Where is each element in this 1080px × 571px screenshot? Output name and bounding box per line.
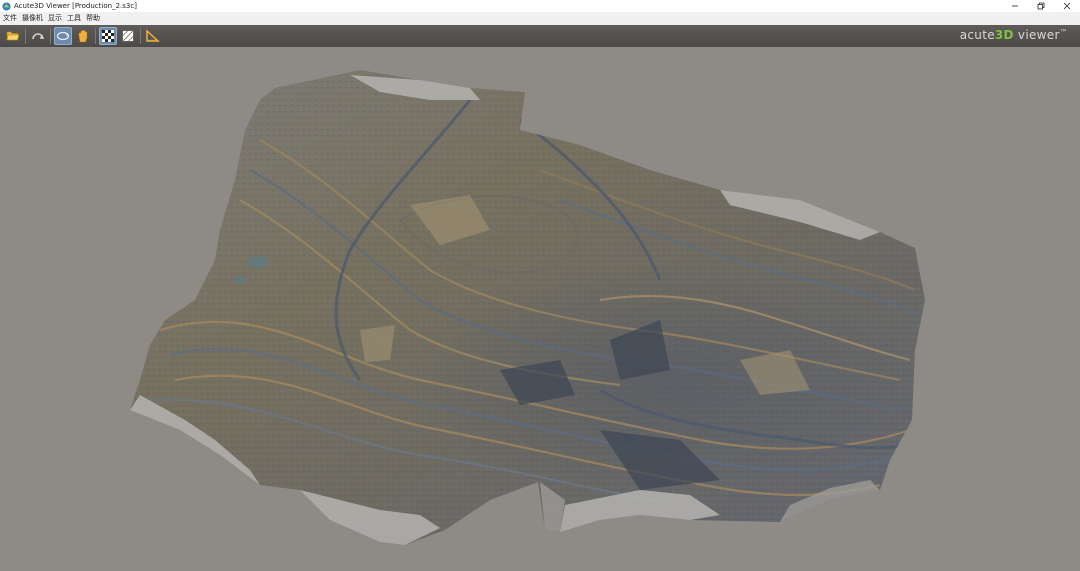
- restore-icon: [1037, 2, 1045, 10]
- minimize-button[interactable]: [1002, 0, 1028, 12]
- menu-help[interactable]: 帮助: [85, 12, 104, 25]
- brand-part-2: 3D: [994, 28, 1014, 42]
- measure-ruler-icon: [146, 30, 160, 42]
- wireframe-button[interactable]: [119, 27, 137, 45]
- toolbar-separator: [50, 28, 51, 44]
- menu-file[interactable]: 文件: [2, 12, 21, 25]
- brand-trademark: ™: [1059, 28, 1068, 37]
- orbit-icon: [56, 31, 70, 41]
- mine-terrain: [130, 70, 925, 545]
- toolbar-separator: [140, 28, 141, 44]
- menu-camera[interactable]: 摄像机: [21, 12, 47, 25]
- window-title: Acute3D Viewer [Production_2.s3c]: [14, 2, 137, 10]
- toolbar-separator: [95, 28, 96, 44]
- title-bar: Acute3D Viewer [Production_2.s3c]: [0, 0, 1080, 12]
- terrain-mesh[interactable]: [0, 47, 1080, 571]
- orbit-button[interactable]: [54, 27, 72, 45]
- close-button[interactable]: [1054, 0, 1080, 12]
- brand-logo: acute3D viewer™: [960, 28, 1068, 42]
- measure-button[interactable]: [144, 27, 162, 45]
- menu-tools[interactable]: 工具: [66, 12, 85, 25]
- minimize-icon: [1012, 5, 1018, 7]
- brand-part-3: viewer: [1013, 28, 1060, 42]
- texture-button[interactable]: [99, 27, 117, 45]
- open-button[interactable]: [4, 27, 22, 45]
- 3d-viewport[interactable]: [0, 47, 1080, 571]
- close-icon: [1063, 2, 1071, 10]
- pan-button[interactable]: [74, 27, 92, 45]
- toolbar-separator: [25, 28, 26, 44]
- pan-hand-icon: [78, 29, 88, 43]
- open-folder-icon: [6, 31, 20, 41]
- toolbar: acute3D viewer™: [0, 25, 1080, 47]
- restore-button[interactable]: [1028, 0, 1054, 12]
- texture-checker-icon: [102, 30, 114, 42]
- home-view-button[interactable]: [29, 27, 47, 45]
- wireframe-icon: [122, 30, 134, 42]
- app-logo-icon: [2, 1, 11, 11]
- window-controls: [1002, 0, 1080, 12]
- menu-display[interactable]: 显示: [47, 12, 66, 25]
- home-view-icon: [32, 33, 44, 40]
- brand-part-1: acute: [959, 28, 995, 42]
- menu-bar: 文件 摄像机 显示 工具 帮助: [0, 12, 1080, 25]
